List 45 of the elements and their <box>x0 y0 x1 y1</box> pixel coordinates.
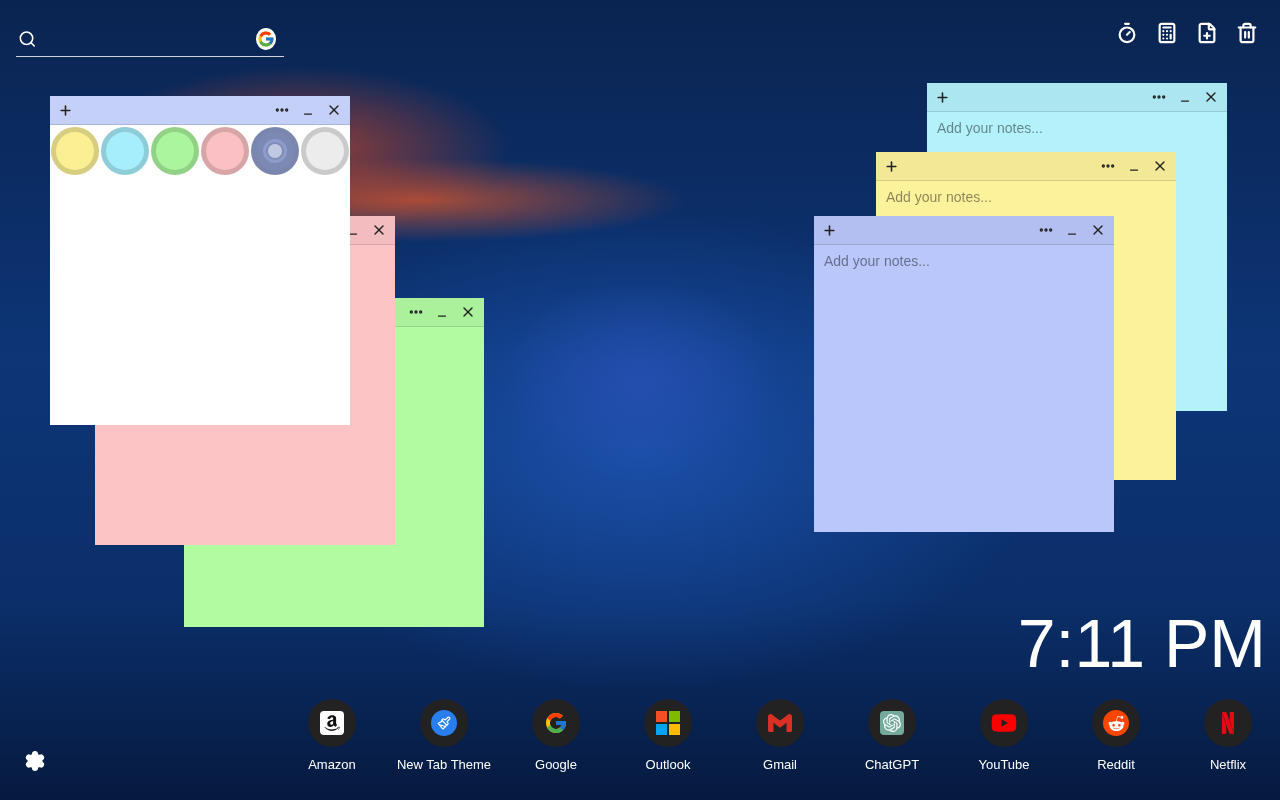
amazon-icon <box>320 711 344 735</box>
shortcut-label: Gmail <box>763 757 797 772</box>
color-swatch[interactable] <box>51 127 99 175</box>
shortcut-label: New Tab Theme <box>396 757 492 772</box>
color-swatch[interactable] <box>201 127 249 175</box>
note-text-field[interactable]: Add your notes... <box>814 245 1114 532</box>
add-file-icon[interactable] <box>1196 22 1218 44</box>
stopwatch-icon[interactable] <box>1116 22 1138 44</box>
color-swatch[interactable] <box>251 127 299 175</box>
shortcut-label: Amazon <box>308 757 356 772</box>
shortcut-link[interactable]: Netflix <box>1172 699 1280 772</box>
shortcut-label: Google <box>535 757 577 772</box>
google-icon[interactable] <box>255 28 276 50</box>
add-icon[interactable] <box>884 158 899 174</box>
alien-icon <box>1103 710 1129 736</box>
shortcut-link[interactable]: Reddit <box>1060 699 1172 772</box>
shortcut-link[interactable]: Amazon <box>276 699 388 772</box>
google-icon <box>544 711 568 735</box>
add-icon[interactable] <box>935 89 950 105</box>
color-swatch[interactable] <box>151 127 199 175</box>
shortcut-label: Netflix <box>1209 757 1247 772</box>
envelope-icon <box>768 711 792 735</box>
color-swatch[interactable] <box>101 127 149 175</box>
shortcut-link[interactable]: YouTube <box>948 699 1060 772</box>
shortcut-link[interactable]: ChatGPT <box>836 699 948 772</box>
calculator-icon[interactable] <box>1156 22 1178 44</box>
four-squares-icon <box>656 711 680 735</box>
color-swatch[interactable] <box>301 127 349 175</box>
shortcut-label: Outlook <box>645 757 691 772</box>
paintbrush-icon <box>431 710 457 736</box>
shortcut-link[interactable]: New Tab Theme <box>388 699 500 772</box>
shortcut-link[interactable]: Gmail <box>724 699 836 772</box>
note-text-field[interactable]: Add your notes... <box>927 112 1227 150</box>
shortcut-label: YouTube <box>978 757 1030 772</box>
search-icon <box>18 29 37 49</box>
add-icon[interactable] <box>58 102 73 118</box>
note-text-field[interactable]: Add your notes... <box>876 181 1176 215</box>
trash-icon[interactable] <box>1236 22 1258 44</box>
shortcut-label: ChatGPT <box>864 757 920 772</box>
shortcut-link[interactable]: Google <box>500 699 612 772</box>
clock-time: 7:11 PM <box>1017 609 1266 677</box>
shortcut-label: Reddit <box>1097 757 1135 772</box>
shortcut-link[interactable]: Outlook <box>612 699 724 772</box>
add-icon[interactable] <box>822 222 837 238</box>
knot-icon <box>880 711 904 735</box>
